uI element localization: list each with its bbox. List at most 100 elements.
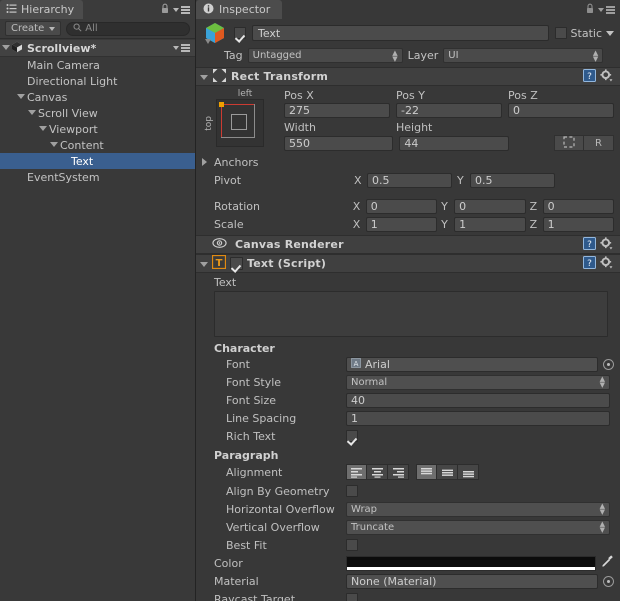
pivot-x-input[interactable]: 0.5 — [367, 172, 452, 188]
eyedropper-icon[interactable] — [601, 555, 614, 571]
panel-menu-icon[interactable] — [173, 6, 190, 14]
blueprint-mode-icon — [563, 135, 575, 151]
rotation-x-axis: X — [352, 199, 361, 213]
expand-arrow[interactable] — [26, 109, 37, 117]
gameobject-name-input[interactable]: Text — [252, 25, 549, 41]
horizontal-alignment-group[interactable] — [346, 464, 409, 480]
material-object-field[interactable]: None (Material) — [346, 573, 598, 589]
hierarchy-toolbar: Create All — [0, 19, 195, 39]
scale-z-input[interactable]: 1 — [542, 216, 614, 232]
inspector-body: Text Static Tag Untagged ▲ ▼ Layer UI ▲ … — [196, 19, 620, 601]
tab-hierarchy[interactable]: Hierarchy — [0, 0, 84, 19]
static-toggle[interactable]: Static — [554, 27, 614, 40]
component-header-rect-transform[interactable]: Rect Transform ? — [196, 67, 620, 86]
search-input[interactable]: All — [66, 21, 190, 36]
width-input[interactable]: 550 — [284, 135, 394, 151]
gear-icon[interactable] — [600, 255, 613, 272]
pos-y-input[interactable]: -22 — [396, 103, 502, 118]
height-input[interactable]: 44 — [399, 135, 509, 151]
help-book-icon[interactable]: ? — [583, 255, 596, 272]
align-top-icon[interactable] — [416, 464, 437, 480]
rich-text-checkbox[interactable] — [346, 430, 358, 442]
pos-x-input[interactable]: 275 — [284, 103, 390, 118]
create-button[interactable]: Create — [5, 21, 62, 36]
hierarchy-tree[interactable]: Scrollview* Main Camera Directional Light… — [0, 39, 195, 601]
vertical-alignment-group[interactable] — [416, 464, 479, 480]
gameobject-enabled-checkbox[interactable] — [234, 27, 246, 39]
anchors-foldout[interactable]: Anchors — [202, 153, 614, 171]
panel-menu-icon[interactable] — [598, 6, 615, 14]
rotation-y-input[interactable]: 0 — [454, 198, 526, 214]
static-checkbox[interactable] — [554, 27, 567, 39]
anchor-preset-left-label: top — [204, 115, 214, 131]
hierarchy-item-directional-light[interactable]: Directional Light — [0, 73, 195, 89]
expand-arrow[interactable] — [15, 93, 26, 101]
scene-menu-icon[interactable] — [173, 44, 195, 52]
gear-icon[interactable] — [600, 236, 613, 253]
character-group-label: Character — [214, 342, 275, 355]
chevron-down-icon[interactable] — [606, 30, 614, 36]
color-swatch-field[interactable] — [346, 555, 596, 571]
align-right-icon[interactable] — [388, 464, 409, 480]
rotation-x-input[interactable]: 0 — [365, 198, 438, 214]
best-fit-label: Best Fit — [226, 538, 267, 552]
font-style-dropdown[interactable]: Normal ▲ ▼ — [346, 374, 610, 390]
raw-edit-button[interactable]: R — [583, 135, 614, 151]
pos-z-input[interactable]: 0 — [508, 103, 614, 118]
font-style-value: Normal — [351, 376, 388, 388]
object-picker-icon[interactable] — [603, 358, 614, 370]
object-picker-icon[interactable] — [603, 575, 614, 587]
hierarchy-scene-row[interactable]: Scrollview* — [0, 40, 195, 57]
anchor-preset-area: left top — [202, 89, 274, 151]
svg-text:T: T — [216, 258, 223, 269]
tag-dropdown[interactable]: Untagged ▲ ▼ — [247, 48, 403, 63]
scale-x-input[interactable]: 1 — [365, 216, 438, 232]
align-center-icon[interactable] — [367, 464, 388, 480]
help-book-icon[interactable]: ? — [583, 68, 596, 85]
hierarchy-item-canvas[interactable]: Canvas — [0, 89, 195, 105]
rotation-y-value: 0 — [459, 199, 467, 213]
align-bottom-icon[interactable] — [458, 464, 479, 480]
hierarchy-item-viewport[interactable]: Viewport — [0, 121, 195, 137]
foldout-arrow[interactable] — [200, 257, 208, 270]
hierarchy-item-text[interactable]: Text — [0, 153, 195, 169]
lock-icon[interactable] — [160, 3, 170, 17]
font-object-field[interactable]: A Arial — [346, 356, 598, 372]
component-header-canvas-renderer[interactable]: Canvas Renderer ? — [196, 235, 620, 254]
anchor-preset-button[interactable] — [216, 99, 264, 147]
vertical-overflow-dropdown[interactable]: Truncate ▲ ▼ — [346, 519, 610, 535]
hierarchy-item-scroll-view[interactable]: Scroll View — [0, 105, 195, 121]
line-spacing-row: Line Spacing 1 — [202, 409, 614, 427]
align-left-icon[interactable] — [346, 464, 367, 480]
anchors-foldout-arrow[interactable] — [202, 156, 214, 169]
foldout-arrow[interactable] — [200, 70, 208, 83]
font-size-input[interactable]: 40 — [346, 392, 610, 408]
align-by-geometry-checkbox[interactable] — [346, 485, 358, 497]
pos-y-label: Pos Y — [396, 89, 425, 102]
expand-arrow[interactable] — [48, 141, 59, 149]
help-book-icon[interactable]: ? — [583, 236, 596, 253]
hierarchy-item-content[interactable]: Content — [0, 137, 195, 153]
text-script-enabled-checkbox[interactable] — [230, 257, 243, 270]
component-header-text-script[interactable]: T Text (Script) ? — [196, 254, 620, 273]
best-fit-checkbox[interactable] — [346, 539, 358, 551]
scene-expand-arrow[interactable] — [0, 44, 11, 52]
line-spacing-input[interactable]: 1 — [346, 410, 610, 426]
expand-arrow[interactable] — [37, 125, 48, 133]
scale-z-axis: Z — [529, 217, 538, 231]
hierarchy-item-main-camera[interactable]: Main Camera — [0, 57, 195, 73]
pivot-y-input[interactable]: 0.5 — [470, 172, 555, 188]
horizontal-overflow-dropdown[interactable]: Wrap ▲ ▼ — [346, 501, 610, 517]
tab-inspector[interactable]: Inspector — [196, 0, 283, 19]
align-middle-icon[interactable] — [437, 464, 458, 480]
rotation-z-input[interactable]: 0 — [542, 198, 614, 214]
raycast-target-checkbox[interactable] — [346, 593, 358, 601]
scale-y-input[interactable]: 1 — [454, 216, 526, 232]
gear-icon[interactable] — [600, 68, 613, 85]
tag-value: Untagged — [252, 50, 302, 61]
lock-icon[interactable] — [585, 3, 595, 17]
layer-dropdown[interactable]: UI ▲ ▼ — [443, 48, 604, 63]
hierarchy-item-eventsystem[interactable]: EventSystem — [0, 169, 195, 185]
text-textarea[interactable] — [214, 291, 608, 337]
blueprint-mode-button[interactable] — [553, 135, 584, 151]
